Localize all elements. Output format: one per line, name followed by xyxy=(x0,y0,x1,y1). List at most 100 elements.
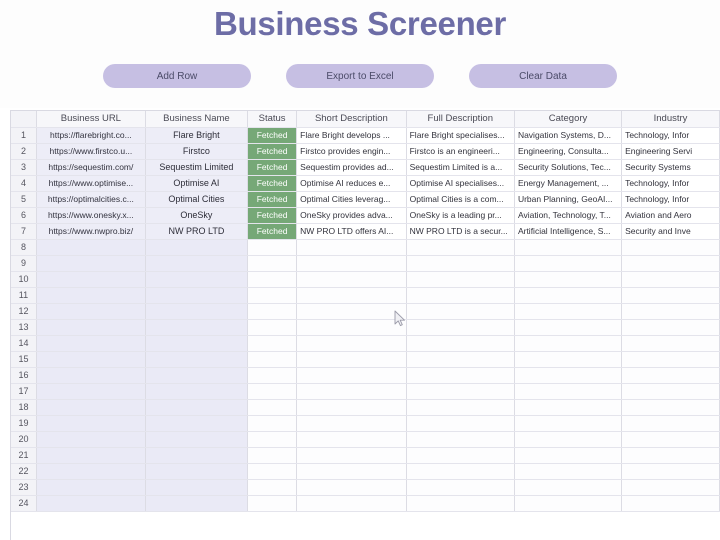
cell-industry[interactable]: Aviation and Aero xyxy=(621,207,720,224)
cell-industry[interactable] xyxy=(621,447,720,464)
cell-category[interactable] xyxy=(514,431,623,448)
cell-full-description[interactable] xyxy=(406,367,515,384)
cell-short-description[interactable] xyxy=(296,335,407,352)
cell-business-url[interactable]: https://optimalcities.c... xyxy=(36,191,146,208)
row-number[interactable]: 23 xyxy=(11,479,37,496)
row-number[interactable]: 22 xyxy=(11,463,37,480)
cell-business-url[interactable] xyxy=(36,447,146,464)
cell-category[interactable] xyxy=(514,303,623,320)
cell-short-description[interactable] xyxy=(296,415,407,432)
cell-full-description[interactable]: NW PRO LTD is a secur... xyxy=(406,223,515,240)
cell-category[interactable] xyxy=(514,495,623,512)
cell-category[interactable]: Aviation, Technology, T... xyxy=(514,207,623,224)
cell-business-name[interactable]: OneSky xyxy=(145,207,249,224)
status-badge[interactable]: Fetched xyxy=(247,175,298,192)
cell-full-description[interactable]: Flare Bright specialises... xyxy=(406,127,515,144)
cell-business-url[interactable] xyxy=(36,383,146,400)
cell-business-name[interactable] xyxy=(145,431,249,448)
row-number[interactable]: 16 xyxy=(11,367,37,384)
cell-industry[interactable] xyxy=(621,383,720,400)
cell-business-url[interactable] xyxy=(36,271,146,288)
cell-industry[interactable]: Technology, Infor xyxy=(621,127,720,144)
row-number[interactable]: 18 xyxy=(11,399,37,416)
cell-business-url[interactable] xyxy=(36,495,146,512)
cell-full-description[interactable] xyxy=(406,415,515,432)
cell-full-description[interactable]: OneSky is a leading pr... xyxy=(406,207,515,224)
cell-short-description[interactable]: Optimise AI reduces e... xyxy=(296,175,407,192)
cell-status[interactable] xyxy=(247,479,298,496)
column-header-business-name[interactable]: Business Name xyxy=(145,111,249,128)
cell-short-description[interactable] xyxy=(296,367,407,384)
cell-business-url[interactable] xyxy=(36,399,146,416)
row-number[interactable]: 11 xyxy=(11,287,37,304)
cell-full-description[interactable] xyxy=(406,431,515,448)
cell-industry[interactable] xyxy=(621,335,720,352)
cell-business-url[interactable] xyxy=(36,255,146,272)
cell-short-description[interactable]: Flare Bright develops ... xyxy=(296,127,407,144)
column-header-industry[interactable]: Industry xyxy=(621,111,720,128)
cell-short-description[interactable] xyxy=(296,447,407,464)
cell-industry[interactable] xyxy=(621,287,720,304)
cell-status[interactable] xyxy=(247,239,298,256)
cell-short-description[interactable] xyxy=(296,431,407,448)
row-number[interactable]: 19 xyxy=(11,415,37,432)
cell-short-description[interactable]: OneSky provides adva... xyxy=(296,207,407,224)
clear-data-button[interactable]: Clear Data xyxy=(469,64,617,88)
cell-industry[interactable] xyxy=(621,463,720,480)
cell-business-name[interactable] xyxy=(145,383,249,400)
select-all-corner[interactable] xyxy=(11,111,37,128)
cell-full-description[interactable] xyxy=(406,303,515,320)
add-row-button[interactable]: Add Row xyxy=(103,64,251,88)
cell-business-name[interactable]: Optimise AI xyxy=(145,175,249,192)
cell-industry[interactable] xyxy=(621,255,720,272)
cell-business-url[interactable]: https://www.firstco.u... xyxy=(36,143,146,160)
column-header-short-description[interactable]: Short Description xyxy=(296,111,407,128)
cell-full-description[interactable] xyxy=(406,479,515,496)
status-badge[interactable]: Fetched xyxy=(247,159,298,176)
cell-category[interactable] xyxy=(514,255,623,272)
column-header-category[interactable]: Category xyxy=(514,111,623,128)
cell-short-description[interactable]: NW PRO LTD offers AI... xyxy=(296,223,407,240)
status-badge[interactable]: Fetched xyxy=(247,127,298,144)
cell-short-description[interactable]: Firstco provides engin... xyxy=(296,143,407,160)
row-number[interactable]: 13 xyxy=(11,319,37,336)
cell-business-url[interactable] xyxy=(36,479,146,496)
cell-full-description[interactable] xyxy=(406,255,515,272)
export-to-excel-button[interactable]: Export to Excel xyxy=(286,64,434,88)
cell-category[interactable]: Artificial Intelligence, S... xyxy=(514,223,623,240)
cell-business-url[interactable]: https://flarebright.co... xyxy=(36,127,146,144)
cell-business-url[interactable] xyxy=(36,415,146,432)
cell-short-description[interactable]: Optimal Cities leverag... xyxy=(296,191,407,208)
cell-short-description[interactable] xyxy=(296,479,407,496)
column-header-status[interactable]: Status xyxy=(247,111,298,128)
cell-full-description[interactable] xyxy=(406,495,515,512)
cell-business-name[interactable] xyxy=(145,399,249,416)
cell-business-name[interactable] xyxy=(145,319,249,336)
cell-category[interactable] xyxy=(514,415,623,432)
row-number[interactable]: 1 xyxy=(11,127,37,144)
row-number[interactable]: 6 xyxy=(11,207,37,224)
cell-status[interactable] xyxy=(247,335,298,352)
status-badge[interactable]: Fetched xyxy=(247,223,298,240)
cell-business-url[interactable]: https://sequestim.com/ xyxy=(36,159,146,176)
row-number[interactable]: 2 xyxy=(11,143,37,160)
cell-category[interactable]: Engineering, Consulta... xyxy=(514,143,623,160)
cell-business-url[interactable] xyxy=(36,287,146,304)
cell-short-description[interactable] xyxy=(296,239,407,256)
column-header-full-description[interactable]: Full Description xyxy=(406,111,515,128)
cell-status[interactable] xyxy=(247,383,298,400)
cell-category[interactable] xyxy=(514,479,623,496)
cell-business-name[interactable] xyxy=(145,239,249,256)
cell-full-description[interactable]: Optimise AI specialises... xyxy=(406,175,515,192)
cell-category[interactable] xyxy=(514,335,623,352)
cell-business-name[interactable] xyxy=(145,335,249,352)
cell-business-url[interactable] xyxy=(36,431,146,448)
cell-business-name[interactable] xyxy=(145,367,249,384)
row-number[interactable]: 21 xyxy=(11,447,37,464)
cell-business-name[interactable] xyxy=(145,271,249,288)
cell-industry[interactable]: Technology, Infor xyxy=(621,175,720,192)
cell-business-name[interactable]: Firstco xyxy=(145,143,249,160)
status-badge[interactable]: Fetched xyxy=(247,143,298,160)
cell-business-name[interactable] xyxy=(145,463,249,480)
column-header-business-url[interactable]: Business URL xyxy=(36,111,146,128)
